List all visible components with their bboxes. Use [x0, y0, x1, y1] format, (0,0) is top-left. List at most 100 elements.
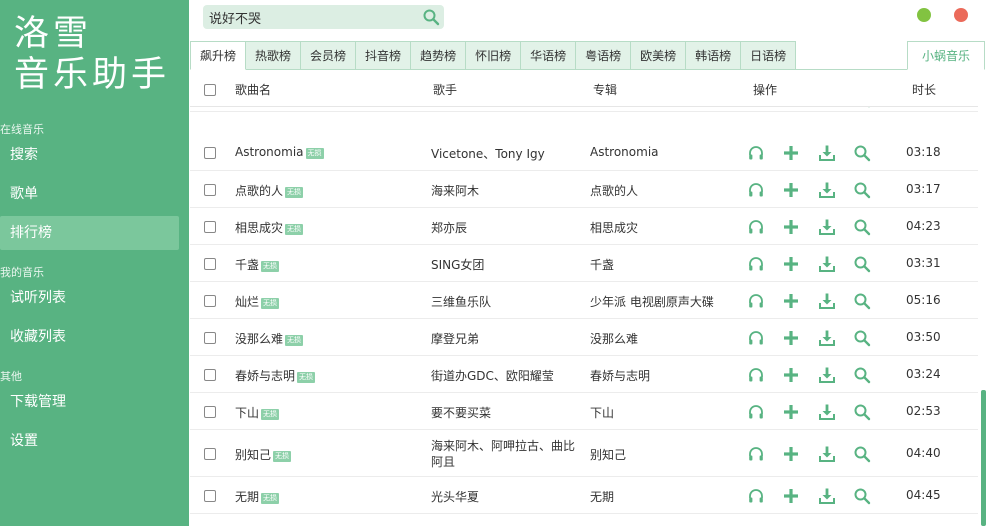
tab-chart-2[interactable]: 会员榜 [301, 41, 357, 70]
download-button[interactable] [818, 366, 836, 384]
add-to-list-button[interactable] [782, 329, 800, 347]
download-button[interactable] [818, 329, 836, 347]
tab-chart-7[interactable]: 粤语榜 [576, 41, 632, 70]
download-button[interactable] [818, 403, 836, 421]
table-row[interactable]: 下山 无损 要不要买菜 下山 02:53 [190, 393, 978, 430]
download-button[interactable] [818, 487, 836, 505]
listen-button[interactable] [747, 445, 765, 463]
search-input[interactable] [209, 7, 414, 27]
add-to-list-button[interactable] [782, 181, 800, 199]
sidebar-item-listen-list[interactable]: 试听列表 [0, 281, 179, 315]
artist-cell[interactable]: 街道办GDC、欧阳耀莹 [431, 367, 554, 384]
download-button[interactable] [818, 255, 836, 273]
table-row[interactable]: 春娇与志明 无损 街道办GDC、欧阳耀莹 春娇与志明 03:24 [190, 356, 978, 393]
search-song-button[interactable] [853, 329, 871, 347]
artist-cell[interactable]: SING女团 [431, 256, 484, 273]
add-to-list-button[interactable] [782, 445, 800, 463]
download-button[interactable] [818, 218, 836, 236]
tab-chart-8[interactable]: 欧美榜 [631, 41, 687, 70]
minimize-button[interactable] [917, 8, 931, 22]
sidebar-item-playlists[interactable]: 歌单 [0, 177, 179, 211]
download-button[interactable] [818, 292, 836, 310]
download-button[interactable] [818, 181, 836, 199]
row-checkbox[interactable] [204, 331, 216, 344]
scrollbar[interactable] [981, 390, 986, 526]
table-row[interactable]: Astronomia 无损 Vicetone、Tony Igy Astronomia 0… [190, 134, 978, 171]
sidebar-item-search[interactable]: 搜索 [0, 138, 179, 172]
album-cell[interactable]: 点歌的人 [590, 182, 638, 199]
row-checkbox[interactable] [204, 146, 216, 159]
row-checkbox[interactable] [204, 489, 216, 502]
row-checkbox[interactable] [204, 220, 216, 233]
sidebar-item-charts[interactable]: 排行榜 [0, 216, 179, 250]
download-button[interactable] [818, 445, 836, 463]
row-checkbox[interactable] [204, 368, 216, 381]
tab-chart-4[interactable]: 趋势榜 [411, 41, 467, 70]
listen-button[interactable] [747, 218, 765, 236]
tab-chart-10[interactable]: 日语榜 [741, 41, 797, 70]
row-checkbox[interactable] [204, 183, 216, 196]
table-row[interactable]: 别知己 无损 海来阿木、阿呷拉古、曲比阿且 别知己 04:40 [190, 430, 978, 477]
search-song-button[interactable] [853, 292, 871, 310]
tab-chart-3[interactable]: 抖音榜 [356, 41, 412, 70]
search-song-button[interactable] [853, 255, 871, 273]
listen-button[interactable] [747, 181, 765, 199]
search-song-button[interactable] [853, 487, 871, 505]
search-song-button[interactable] [853, 144, 871, 162]
listen-button[interactable] [747, 292, 765, 310]
artist-cell[interactable]: 光头华夏 [431, 488, 479, 505]
album-cell[interactable]: 别知己 [590, 446, 626, 463]
tab-chart-5[interactable]: 怀旧榜 [466, 41, 522, 70]
close-button[interactable] [954, 8, 968, 22]
search-song-button[interactable] [853, 181, 871, 199]
artist-cell[interactable]: 海来阿木 [431, 182, 479, 199]
artist-cell[interactable]: 郑亦辰 [431, 219, 467, 236]
add-to-list-button[interactable] [782, 218, 800, 236]
add-to-list-button[interactable] [782, 144, 800, 162]
add-to-list-button[interactable] [782, 403, 800, 421]
album-cell[interactable]: 少年派 电视剧原声大碟 [590, 293, 714, 310]
sidebar-item-settings[interactable]: 设置 [0, 424, 179, 458]
table-row[interactable]: 无期 无损 光头华夏 无期 04:45 [190, 477, 978, 514]
album-cell[interactable]: 千盏 [590, 256, 614, 273]
listen-button[interactable] [747, 366, 765, 384]
download-button[interactable] [818, 144, 836, 162]
add-to-list-button[interactable] [782, 487, 800, 505]
tab-chart-1[interactable]: 热歌榜 [246, 41, 302, 70]
album-cell[interactable]: 无期 [590, 488, 614, 505]
table-row[interactable]: 千盏 无损 SING女团 千盏 03:31 [190, 245, 978, 282]
add-to-list-button[interactable] [782, 292, 800, 310]
artist-cell[interactable]: 海来阿木、阿呷拉古、曲比阿且 [431, 438, 583, 470]
row-checkbox[interactable] [204, 447, 216, 460]
album-cell[interactable]: 相思成灾 [590, 219, 638, 236]
listen-button[interactable] [747, 255, 765, 273]
tab-chart-6[interactable]: 华语榜 [521, 41, 577, 70]
search-song-button[interactable] [853, 403, 871, 421]
search-song-button[interactable] [853, 366, 871, 384]
add-to-list-button[interactable] [782, 255, 800, 273]
search-song-button[interactable] [853, 218, 871, 236]
row-checkbox[interactable] [204, 405, 216, 418]
sidebar-item-downloads[interactable]: 下载管理 [0, 385, 179, 419]
search-icon[interactable] [422, 8, 440, 26]
artist-cell[interactable]: 要不要买菜 [431, 404, 491, 421]
listen-button[interactable] [747, 144, 765, 162]
listen-button[interactable] [747, 329, 765, 347]
artist-cell[interactable]: 三维鱼乐队 [431, 293, 491, 310]
row-checkbox[interactable] [204, 257, 216, 270]
listen-button[interactable] [747, 487, 765, 505]
table-row[interactable]: 灿烂 无损 三维鱼乐队 少年派 电视剧原声大碟 05:16 [190, 282, 978, 319]
artist-cell[interactable]: 摩登兄弟 [431, 330, 479, 347]
table-row[interactable]: 点歌的人 无损 海来阿木 点歌的人 03:17 [190, 171, 978, 208]
listen-button[interactable] [747, 403, 765, 421]
album-cell[interactable]: 没那么难 [590, 330, 638, 347]
select-all-checkbox[interactable] [204, 84, 216, 96]
add-to-list-button[interactable] [782, 366, 800, 384]
brand-tab[interactable]: 小蜗音乐 [907, 41, 985, 70]
tab-chart-0[interactable]: 飙升榜 [190, 41, 247, 70]
table-row[interactable]: 没那么难 无损 摩登兄弟 没那么难 03:50 [190, 319, 978, 356]
album-cell[interactable]: Astronomia [590, 145, 659, 159]
tab-chart-9[interactable]: 韩语榜 [686, 41, 742, 70]
artist-cell[interactable]: Vicetone、Tony Igy [431, 145, 545, 162]
album-cell[interactable]: 春娇与志明 [590, 367, 650, 384]
